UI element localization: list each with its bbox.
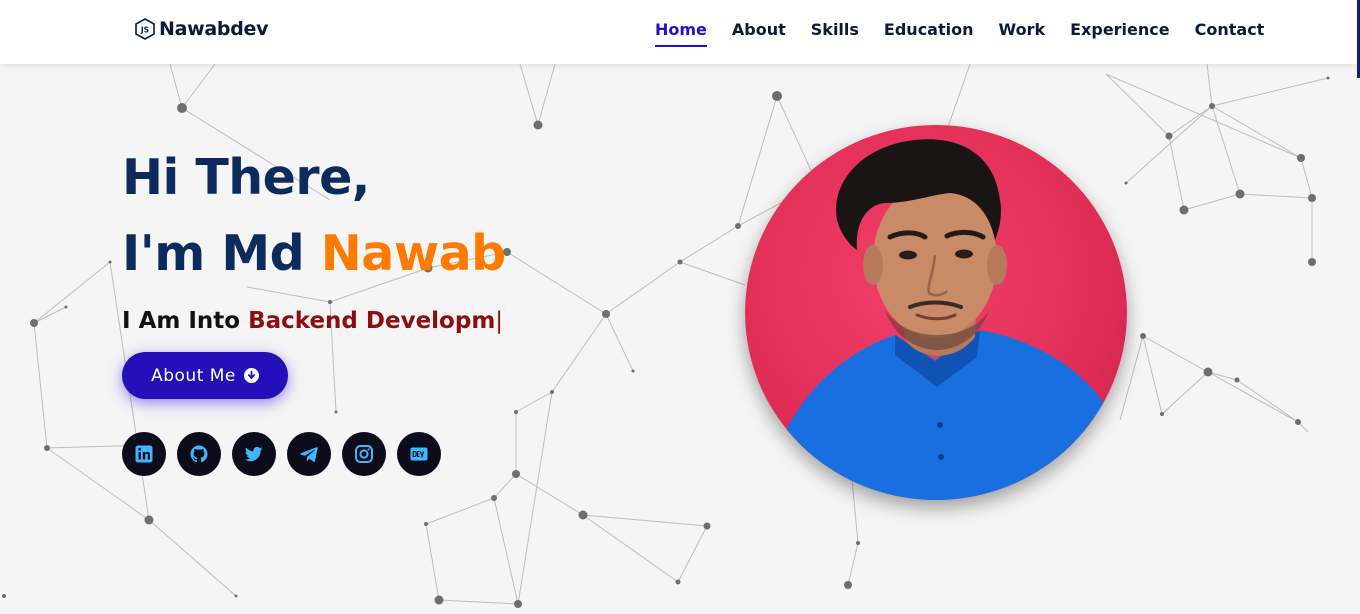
brand-name: Nawabdev [159, 18, 269, 40]
nav-education[interactable]: Education [884, 20, 974, 47]
subtitle-prefix: I Am Into [122, 308, 249, 334]
hero-greeting: Hi There, [122, 149, 370, 206]
about-me-button[interactable]: About Me [122, 352, 288, 399]
hero-subtitle: I Am Into Backend Developm| [122, 308, 506, 334]
nav-home[interactable]: Home [655, 20, 707, 47]
nav-about[interactable]: About [732, 20, 786, 47]
nav-skills[interactable]: Skills [811, 20, 859, 47]
main-nav: Home About Skills Education Work Experie… [630, 20, 1264, 47]
typing-cursor: | [495, 308, 504, 334]
top-navbar: JS Nawabdev Home About Skills Education … [0, 0, 1360, 64]
nav-contact[interactable]: Contact [1195, 20, 1265, 47]
hero-intro: I'm Md Nawab [122, 216, 506, 292]
instagram-link[interactable] [342, 432, 386, 476]
twitter-link[interactable] [232, 432, 276, 476]
nav-work[interactable]: Work [999, 20, 1046, 47]
about-me-label: About Me [151, 365, 236, 386]
js-hex-icon: JS [135, 18, 155, 40]
twitter-icon [244, 446, 263, 462]
github-icon [190, 445, 208, 463]
brand-logo[interactable]: JS Nawabdev [135, 18, 268, 40]
nav-experience[interactable]: Experience [1070, 20, 1170, 47]
github-link[interactable] [177, 432, 221, 476]
hero-name: Nawab [320, 225, 506, 282]
hero-text: Hi There, I'm Md Nawab I Am Into Backend… [122, 140, 506, 334]
telegram-link[interactable] [287, 432, 331, 476]
arrow-down-circle-icon [243, 368, 259, 383]
profile-photo [745, 125, 1127, 500]
linkedin-link[interactable] [122, 432, 166, 476]
linkedin-icon [135, 445, 153, 463]
dev-link[interactable] [397, 432, 441, 476]
dev-icon [410, 447, 428, 461]
profile-portrait [765, 139, 1127, 500]
instagram-icon [355, 445, 373, 463]
hero-intro-prefix: I'm Md [122, 225, 321, 282]
typed-role: Backend Developm [248, 308, 496, 334]
telegram-icon [300, 447, 318, 462]
svg-text:JS: JS [140, 26, 149, 35]
social-links [122, 432, 441, 476]
